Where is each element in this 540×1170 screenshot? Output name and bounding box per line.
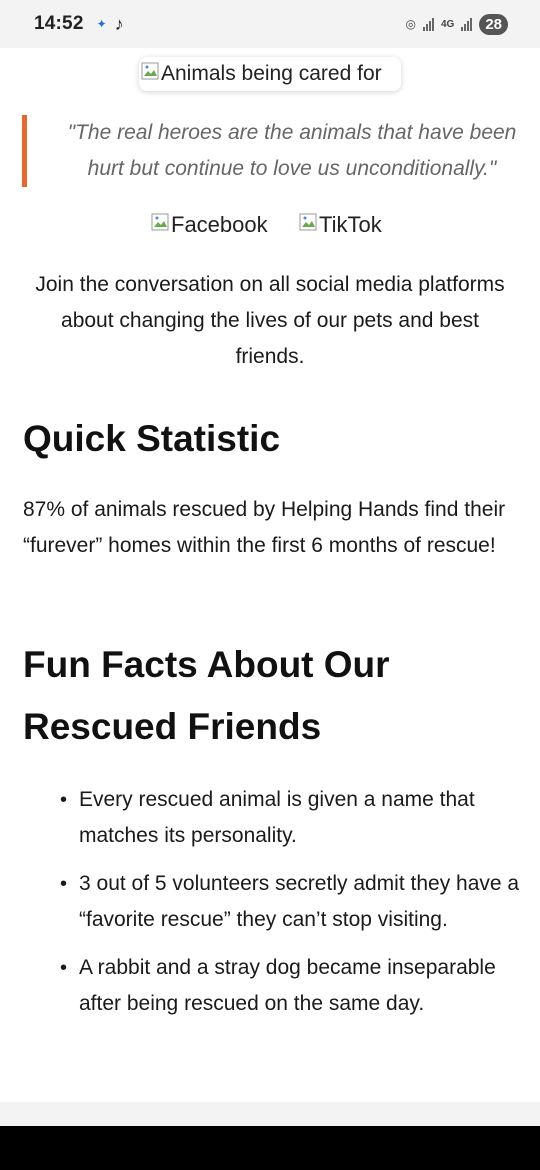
- bullet-icon: •: [60, 789, 68, 811]
- fact-text: 3 out of 5 volunteers secretly admit the…: [79, 872, 520, 931]
- bullet-icon: •: [60, 873, 68, 895]
- page-content: Animals being cared for "The real heroes…: [0, 48, 540, 1102]
- hotspot-icon: ◎: [405, 17, 416, 31]
- list-item: • A rabbit and a stray dog became insepa…: [60, 950, 520, 1022]
- hero-image-alt: Animals being cared for: [161, 62, 382, 85]
- tiktok-label: TikTok: [319, 212, 382, 237]
- quote-text: "The real heroes are the animals that ha…: [67, 121, 517, 180]
- broken-image-icon: [151, 213, 169, 231]
- page-footer-strip: [0, 1102, 540, 1126]
- status-icons: ◎ 4G 28: [405, 13, 508, 35]
- join-conversation-text: Join the conversation on all social medi…: [35, 273, 505, 368]
- system-navigation-bar: [0, 1126, 540, 1170]
- facebook-label: Facebook: [171, 212, 268, 237]
- hero-image: Animals being cared for: [139, 57, 401, 91]
- statistic-heading: Quick Statistic: [23, 418, 281, 459]
- tiktok-notification-icon: ♪: [114, 13, 124, 34]
- facebook-link[interactable]: Facebook: [151, 212, 268, 238]
- social-links: Facebook TikTok: [0, 208, 540, 244]
- status-bar: 14:52 ✦ ♪ ◎ 4G 28: [0, 0, 540, 48]
- fun-facts-list: • Every rescued animal is given a name t…: [60, 782, 520, 1034]
- signal-icon-2: [461, 17, 473, 31]
- statistic-text: 87% of animals rescued by Helping Hands …: [23, 498, 506, 557]
- broken-image-icon: [141, 62, 159, 80]
- broken-image-icon: [299, 213, 317, 231]
- network-type: 4G: [440, 18, 455, 30]
- blockquote: "The real heroes are the animals that ha…: [22, 115, 522, 187]
- notification-dot-icon: ✦: [96, 17, 107, 31]
- battery-indicator: 28: [479, 13, 508, 35]
- tiktok-link[interactable]: TikTok: [299, 212, 382, 238]
- fact-text: Every rescued animal is given a name tha…: [79, 788, 475, 847]
- list-item: • 3 out of 5 volunteers secretly admit t…: [60, 866, 520, 938]
- fact-text: A rabbit and a stray dog became insepara…: [79, 956, 496, 1015]
- bullet-icon: •: [60, 957, 68, 979]
- fun-facts-heading: Fun Facts About Our Rescued Friends: [23, 644, 390, 747]
- status-time: 14:52: [34, 13, 84, 34]
- list-item: • Every rescued animal is given a name t…: [60, 782, 520, 854]
- signal-icon: [422, 17, 434, 31]
